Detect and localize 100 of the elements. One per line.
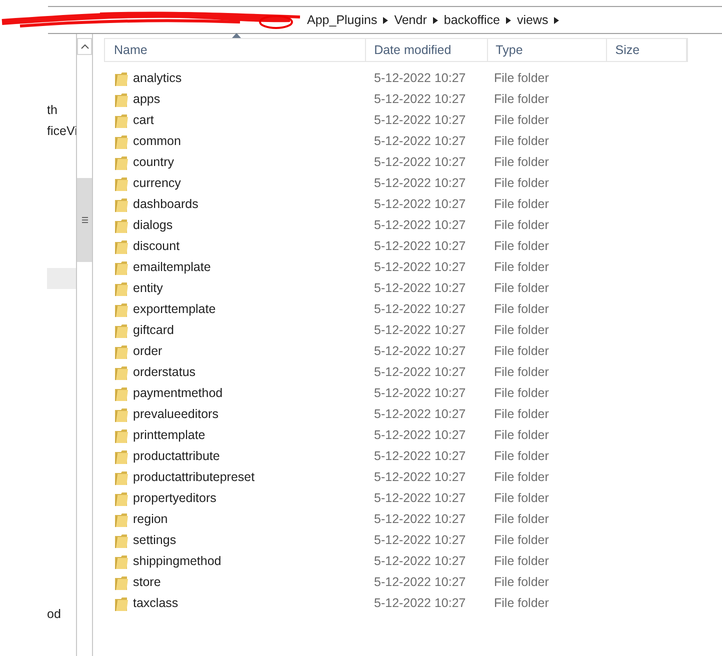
file-name[interactable]: store [133,573,161,592]
date-modified: 5-12-2022 10:27 [374,386,466,400]
column-header[interactable]: Size [607,39,687,61]
file-type: File folder [494,407,549,422]
column-header[interactable]: Type [488,39,608,61]
file-name[interactable]: region [133,510,168,529]
date-modified: 5-12-2022 10:27 [374,407,466,422]
file-name[interactable]: analytics [133,69,182,88]
folder-icon [114,428,129,444]
file-type: File folder [494,491,549,506]
breadcrumb-item[interactable]: App_Plugins [307,10,378,30]
folder-icon [114,322,129,338]
nav-item[interactable]: th [47,100,76,121]
date-modified: 5-12-2022 10:27 [374,134,466,148]
file-name[interactable]: emailtemplate [133,258,211,277]
file-name[interactable]: shippingmethod [133,552,222,571]
file-name[interactable]: giftcard [133,321,174,340]
file-name[interactable]: orderstatus [133,363,196,382]
scroll-up-icon[interactable] [80,44,88,49]
file-type: File folder [494,470,549,484]
date-modified: 5-12-2022 10:27 [374,281,466,296]
folder-icon [114,448,129,464]
nav-item[interactable]: od [47,604,76,625]
file-name[interactable]: productattributepreset [133,468,255,487]
folder-icon [114,134,129,150]
date-modified: 5-12-2022 10:27 [374,533,466,548]
file-type: File folder [494,134,549,148]
folder-icon [114,470,129,486]
file-type: File folder [494,281,549,296]
folder-icon [114,574,129,590]
date-modified: 5-12-2022 10:27 [374,575,466,590]
file-type: File folder [494,260,549,274]
file-type: File folder [494,554,549,568]
breadcrumb-item[interactable]: Vendr [394,10,427,30]
file-name[interactable]: dialogs [133,216,173,235]
address-bar[interactable]: App_Plugins Vendr backoffice views [48,6,722,34]
file-name[interactable]: discount [133,237,180,256]
date-modified: 5-12-2022 10:27 [374,302,466,316]
file-name[interactable]: country [133,153,174,172]
breadcrumb-arrow-icon[interactable] [506,16,511,24]
file-name[interactable]: apps [133,90,160,109]
date-modified: 5-12-2022 10:27 [374,491,466,506]
file-type: File folder [494,239,549,254]
file-name[interactable]: exporttemplate [133,300,216,319]
breadcrumb-arrow-icon[interactable] [554,16,560,24]
folder-icon [114,70,129,86]
date-modified: 5-12-2022 10:27 [374,470,466,484]
file-type: File folder [494,596,549,610]
folder-icon [114,490,129,506]
file-name[interactable]: settings [133,531,176,550]
file-name[interactable]: dashboards [133,195,198,214]
file-name[interactable]: productattribute [133,447,220,466]
file-name[interactable]: cart [133,111,154,130]
file-name[interactable]: currency [133,174,181,193]
folder-icon [114,512,129,528]
date-modified: 5-12-2022 10:27 [374,92,466,106]
folder-icon [114,154,129,170]
folder-icon [114,596,129,612]
file-name[interactable]: order [133,342,162,361]
breadcrumb-arrow-icon[interactable] [383,16,388,24]
file-type: File folder [494,302,549,316]
date-modified: 5-12-2022 10:27 [374,155,466,170]
file-type: File folder [494,365,549,380]
date-modified: 5-12-2022 10:27 [374,239,466,254]
file-name[interactable]: printtemplate [133,426,206,445]
date-modified: 5-12-2022 10:27 [374,71,466,86]
folder-icon [114,280,129,296]
breadcrumb-arrow-icon[interactable] [432,16,438,24]
file-type: File folder [494,197,549,212]
folder-icon [114,302,129,318]
date-modified: 5-12-2022 10:27 [374,428,466,442]
file-name[interactable]: entity [133,279,163,298]
scrollbar-thumb[interactable] [77,178,92,262]
date-modified: 5-12-2022 10:27 [374,197,466,212]
breadcrumb-item[interactable]: views [516,10,548,30]
file-name[interactable]: propertyeditors [133,489,216,508]
breadcrumb-item[interactable]: backoffice [444,10,500,30]
date-modified: 5-12-2022 10:27 [374,260,466,274]
folder-icon [114,364,129,380]
folder-icon [114,218,129,234]
file-name[interactable]: paymentmethod [133,384,223,403]
file-name[interactable]: taxclass [133,594,178,613]
file-type: File folder [494,533,549,548]
file-type: File folder [494,428,549,442]
date-modified: 5-12-2022 10:27 [374,176,466,190]
file-name[interactable]: common [133,132,181,151]
file-type: File folder [494,575,549,590]
file-type: File folder [494,344,549,358]
column-header[interactable]: Name [105,39,366,61]
folder-icon [114,176,129,192]
folder-icon [114,386,129,402]
file-type: File folder [494,323,549,338]
date-modified: 5-12-2022 10:27 [374,554,466,568]
file-name[interactable]: prevalueeditors [133,405,218,424]
date-modified: 5-12-2022 10:27 [374,323,466,338]
date-modified: 5-12-2022 10:27 [374,449,466,464]
column-header[interactable]: Date modified [366,39,488,61]
folder-icon [114,554,129,570]
date-modified: 5-12-2022 10:27 [374,218,466,232]
date-modified: 5-12-2022 10:27 [374,596,466,610]
